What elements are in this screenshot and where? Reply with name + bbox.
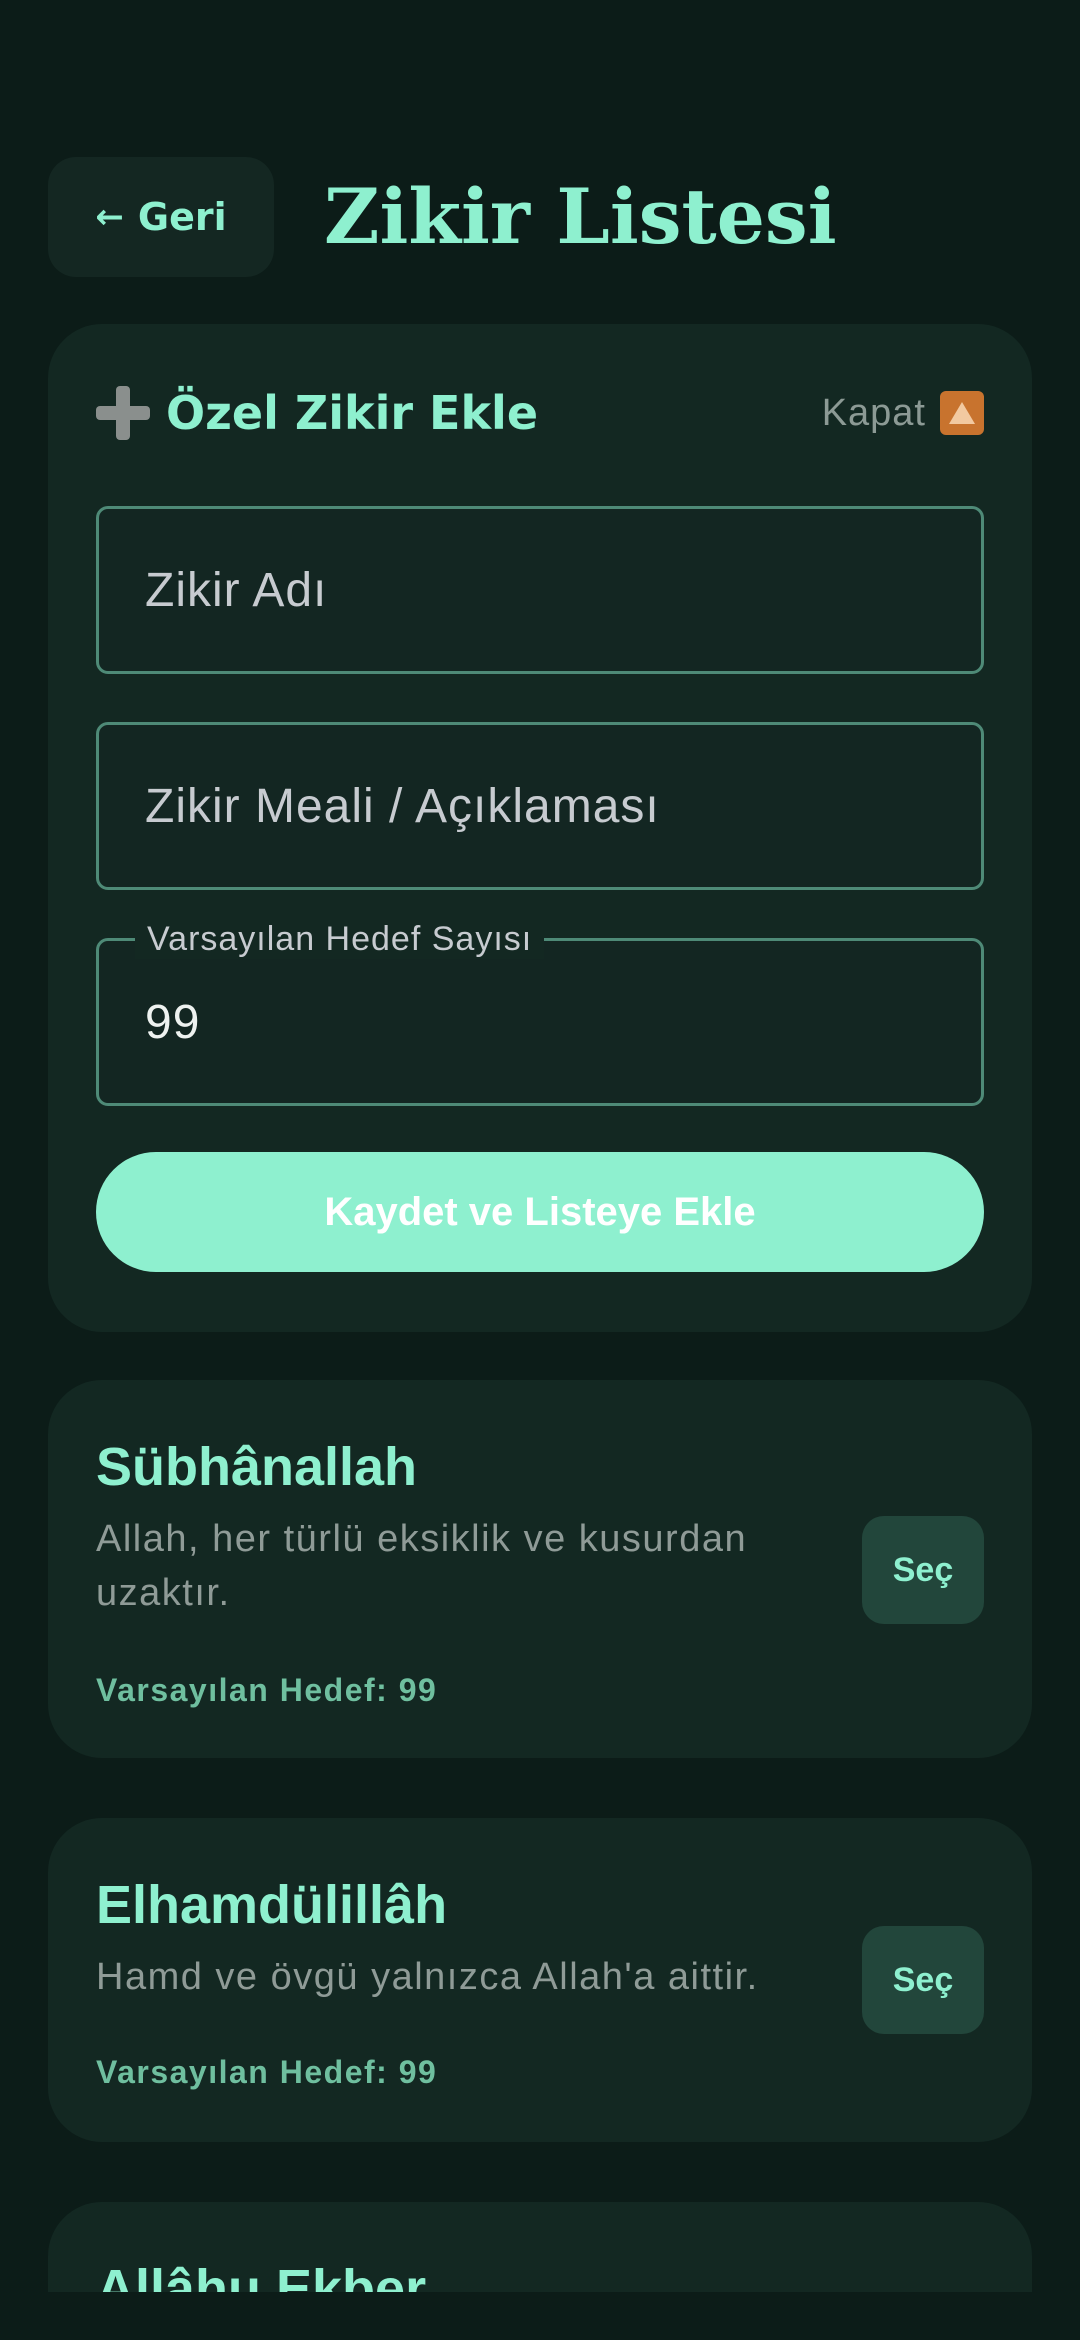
default-target-value: 99	[145, 995, 201, 1049]
select-button[interactable]: Seç	[862, 1516, 984, 1624]
zikir-list-item: Elhamdülillâh Hamd ve övgü yalnızca Alla…	[48, 1818, 1032, 2142]
zikir-name: Sübhânallah	[96, 1437, 418, 1497]
up-arrow-icon	[940, 391, 984, 435]
zikir-default-target: Varsayılan Hedef: 99	[96, 1672, 438, 1708]
zikir-list-item: Sübhânallah Allah, her türlü eksiklik ve…	[48, 1380, 1032, 1758]
form-title: Özel Zikir Ekle	[96, 386, 538, 440]
page-title: Zikir Listesi	[324, 172, 837, 261]
arrow-left-icon: ←	[95, 197, 124, 237]
add-custom-zikir-card: Özel Zikir Ekle Kapat Zikir Adı Zikir Me…	[48, 324, 1032, 1332]
close-form-button[interactable]: Kapat	[822, 391, 984, 435]
save-and-add-button[interactable]: Kaydet ve Listeye Ekle	[96, 1152, 984, 1272]
form-title-label: Özel Zikir Ekle	[166, 386, 539, 440]
zikir-description: Allah, her türlü eksiklik ve kusurdan uz…	[96, 1518, 748, 1614]
zikir-default-target: Varsayılan Hedef: 99	[96, 2054, 438, 2090]
header: ← Geri Zikir Listesi	[48, 157, 1032, 277]
zikir-name-placeholder: Zikir Adı	[145, 563, 328, 617]
zikir-description-input[interactable]: Zikir Meali / Açıklaması	[96, 722, 984, 890]
bottom-system-bar	[0, 2292, 1080, 2340]
back-button-label: Geri	[137, 195, 227, 239]
zikir-description-placeholder: Zikir Meali / Açıklaması	[145, 779, 660, 833]
default-target-label: Varsayılan Hedef Sayısı	[135, 919, 545, 959]
screen: ← Geri Zikir Listesi Özel Zikir Ekle Kap…	[0, 0, 1080, 2340]
zikir-name-input[interactable]: Zikir Adı	[96, 506, 984, 674]
close-form-label: Kapat	[821, 391, 926, 434]
select-button[interactable]: Seç	[862, 1926, 984, 2034]
back-button[interactable]: ← Geri	[48, 157, 274, 277]
form-header: Özel Zikir Ekle Kapat	[96, 376, 984, 450]
plus-icon	[96, 386, 150, 440]
default-target-input[interactable]: Varsayılan Hedef Sayısı 99	[96, 919, 984, 1106]
zikir-name: Elhamdülillâh	[96, 1875, 448, 1935]
zikir-description: Hamd ve övgü yalnızca Allah'a aittir.	[96, 1956, 759, 1998]
